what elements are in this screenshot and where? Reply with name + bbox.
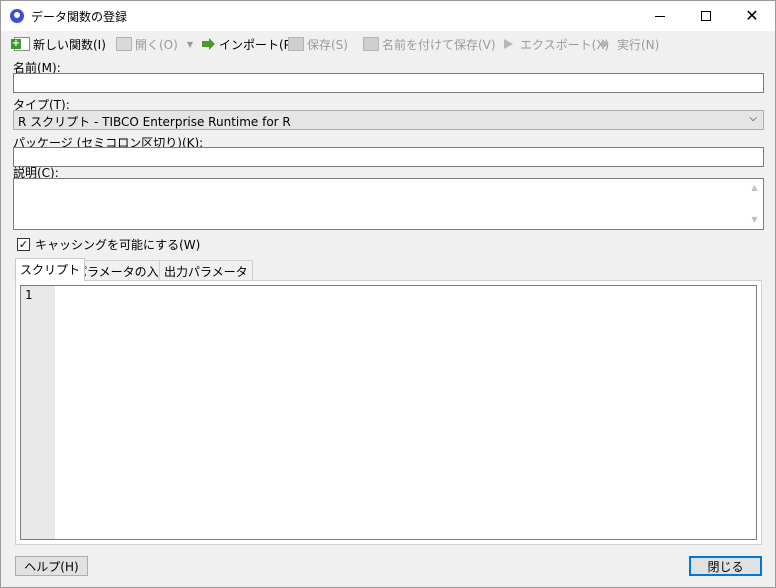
new-function-label: 新しい関数(I) (33, 37, 106, 52)
new-function-button[interactable]: 新しい関数(I) (11, 35, 106, 53)
import-label: インポート(P) (219, 37, 296, 52)
new-document-icon (11, 37, 30, 51)
save-label: 保存(S) (307, 37, 348, 52)
save-button[interactable]: 保存(S) (288, 35, 348, 53)
close-window-button[interactable]: ✕ (729, 1, 775, 31)
minimize-icon (655, 15, 665, 17)
chevron-down-icon: ⌵ (749, 113, 757, 124)
caching-checkbox[interactable]: ✓ (17, 237, 30, 251)
name-input[interactable] (13, 73, 764, 93)
open-button[interactable]: 開く(O) ▼ (116, 35, 193, 53)
scroll-down-icon[interactable]: ▼ (746, 213, 763, 227)
folder-icon (116, 37, 132, 51)
tab-script[interactable]: スクリプト (15, 258, 86, 281)
tab-output-parameters[interactable]: 出力パラメータ (159, 260, 253, 280)
import-button[interactable]: インポート(P) (200, 35, 296, 53)
export-arrow-icon (501, 37, 517, 51)
caching-label: キャッシングを可能にする(W) (35, 237, 201, 252)
caching-checkbox-row[interactable]: ✓ キャッシングを可能にする(W) (17, 236, 200, 252)
app-lightbulb-icon (10, 9, 24, 23)
import-arrow-icon (200, 37, 216, 51)
title-bar: データ関数の登録 ✕ (1, 1, 775, 31)
run-button[interactable]: 実行(N) (598, 35, 659, 53)
save-as-label: 名前を付けて保存(V) (382, 37, 496, 52)
help-button[interactable]: ヘルプ(H) (15, 556, 88, 576)
export-label: エクスポート(X) (520, 37, 610, 52)
save-as-icon (363, 37, 379, 51)
scroll-up-icon[interactable]: ▲ (746, 181, 763, 195)
maximize-button[interactable] (683, 1, 729, 31)
toolbar: 新しい関数(I) 開く(O) ▼ インポート(P) 保存(S) 名前を付けて保存… (1, 32, 775, 56)
minimize-button[interactable] (637, 1, 683, 31)
type-select[interactable]: R スクリプト - TIBCO Enterprise Runtime for R… (13, 110, 764, 130)
run-label: 実行(N) (617, 37, 660, 52)
maximize-icon (701, 11, 711, 21)
data-function-dialog: データ関数の登録 ✕ 新しい関数(I) 開く(O) ▼ インポート(P) 保存(… (0, 0, 776, 588)
script-tab-panel: 1 (15, 280, 762, 545)
save-as-button[interactable]: 名前を付けて保存(V) (363, 35, 496, 53)
dropdown-arrow-icon[interactable]: ▼ (187, 40, 193, 49)
package-input[interactable] (13, 147, 764, 167)
line-number-gutter: 1 (21, 286, 55, 539)
description-textarea[interactable]: ▲ ▼ (13, 178, 764, 230)
save-icon (288, 37, 304, 51)
type-selected-value: R スクリプト - TIBCO Enterprise Runtime for R (18, 115, 291, 129)
line-number: 1 (25, 288, 33, 302)
close-icon: ✕ (745, 6, 759, 25)
open-label: 開く(O) (135, 37, 178, 52)
close-button[interactable]: 閉じる (689, 556, 762, 576)
window-title: データ関数の登録 (31, 10, 128, 24)
run-play-icon (598, 37, 614, 51)
script-editor[interactable]: 1 (20, 285, 757, 540)
export-button[interactable]: エクスポート(X) (501, 35, 609, 53)
description-scrollbar[interactable]: ▲ ▼ (746, 179, 763, 229)
